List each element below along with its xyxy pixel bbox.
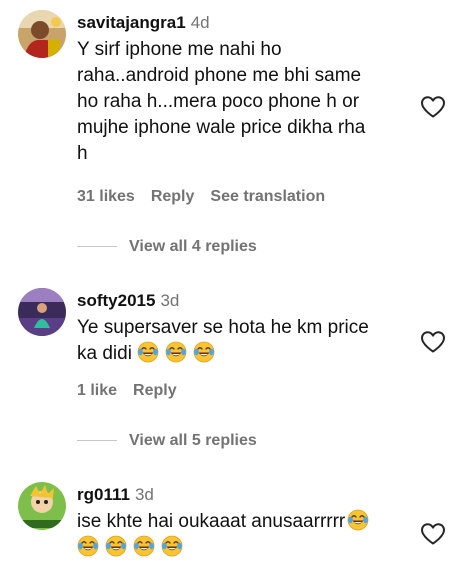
divider-line xyxy=(77,440,117,442)
laughing-emoji-icon xyxy=(347,509,369,531)
laughing-emoji-icon xyxy=(161,535,183,557)
like-heart-icon[interactable] xyxy=(420,522,446,546)
view-replies-button[interactable]: View all 5 replies xyxy=(77,432,257,450)
laughing-emoji-icon xyxy=(165,341,187,363)
laughing-emoji-icon xyxy=(77,535,99,557)
likes-count[interactable]: 31 likes xyxy=(77,188,135,205)
comment-age: 3d xyxy=(134,485,154,504)
laughing-emoji-icon xyxy=(133,535,155,557)
comment-actions: 1 like Reply xyxy=(77,382,193,400)
reply-button[interactable]: Reply xyxy=(133,382,177,399)
comment-actions: 31 likes Reply See translation xyxy=(77,188,341,206)
laughing-emoji-icon xyxy=(137,341,159,363)
view-replies-button[interactable]: View all 4 replies xyxy=(77,238,257,256)
laughing-emoji-icon xyxy=(193,341,215,363)
comment-text: ise khte hai oukaaat anusaarrrrr xyxy=(77,509,397,561)
username[interactable]: rg0111 3d xyxy=(77,485,154,505)
comment-age: 4d xyxy=(190,13,210,32)
comment-age: 3d xyxy=(160,291,180,310)
avatar[interactable] xyxy=(18,288,66,336)
avatar[interactable] xyxy=(18,482,66,530)
like-heart-icon[interactable] xyxy=(420,95,446,119)
comment-text: Y sirf iphone me nahi ho raha..android p… xyxy=(77,39,366,164)
avatar[interactable] xyxy=(18,10,66,58)
username[interactable]: savitajangra1 4d xyxy=(77,13,210,33)
laughing-emoji-icon xyxy=(105,535,127,557)
username[interactable]: softy2015 3d xyxy=(77,291,179,311)
divider-line xyxy=(77,246,117,248)
likes-count[interactable]: 1 like xyxy=(77,382,117,399)
see-translation-button[interactable]: See translation xyxy=(210,188,325,205)
comment-text: Ye supersaver se hota he km price ka did… xyxy=(77,317,369,364)
reply-button[interactable]: Reply xyxy=(151,188,195,205)
like-heart-icon[interactable] xyxy=(420,330,446,354)
